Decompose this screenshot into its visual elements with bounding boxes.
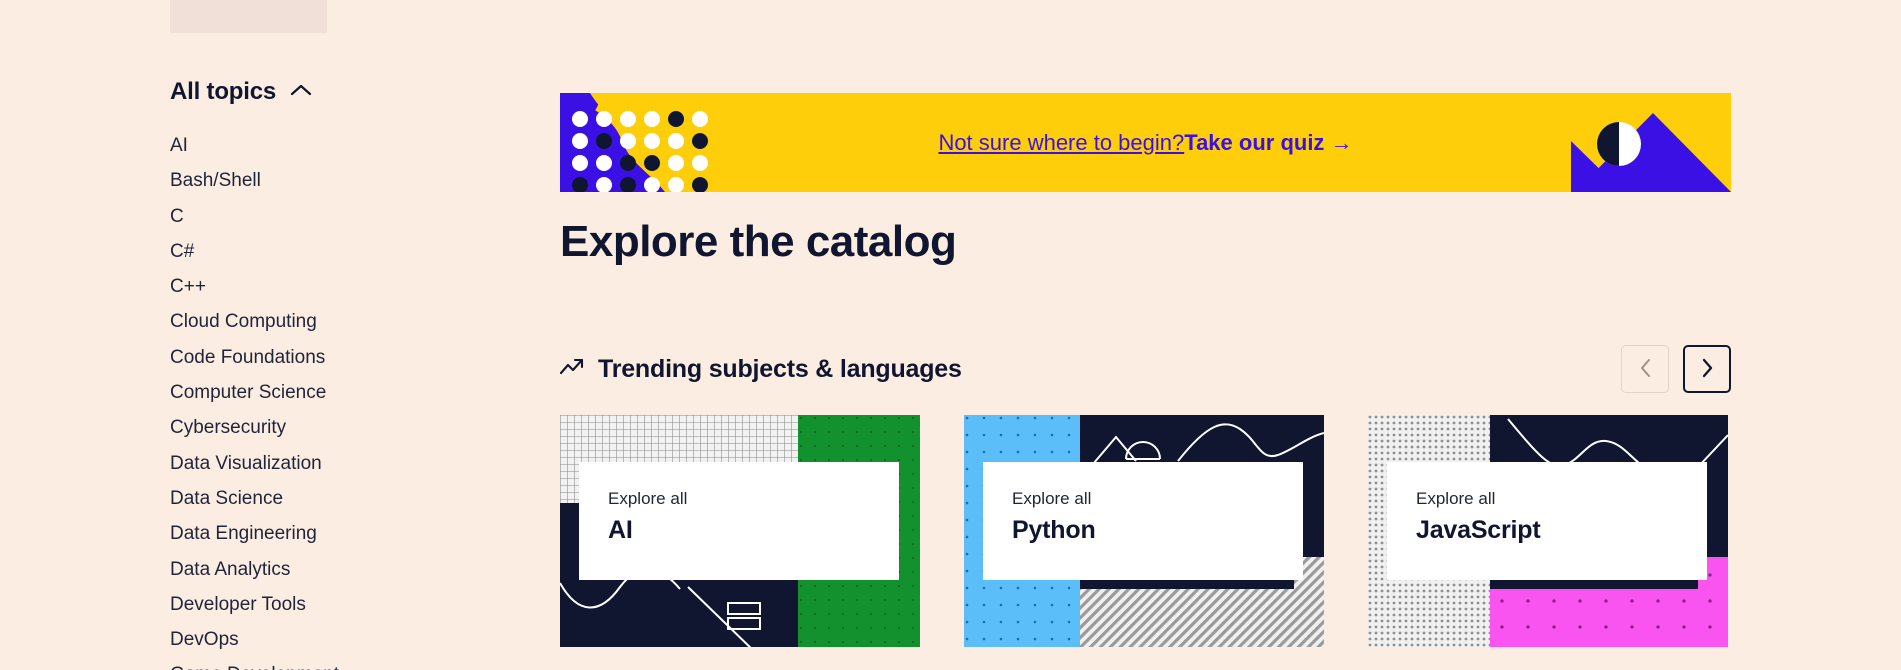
- carousel-prev-button[interactable]: [1621, 345, 1669, 393]
- sidebar-item-cybersecurity[interactable]: Cybersecurity: [170, 410, 510, 445]
- section-heading-label: Trending subjects & languages: [598, 355, 962, 383]
- quiz-banner[interactable]: Not sure where to begin? Take our quiz →: [560, 93, 1731, 192]
- topic-card-ai[interactable]: Explore all AI: [560, 415, 920, 647]
- sidebar-all-topics-label: All topics: [170, 78, 277, 105]
- sidebar-item-developer-tools[interactable]: Developer Tools: [170, 587, 510, 622]
- topic-card-javascript[interactable]: Explore all JavaScript: [1368, 415, 1728, 647]
- quiz-banner-cta[interactable]: Take our quiz →: [1184, 130, 1352, 156]
- sidebar-item-cplusplus[interactable]: C++: [170, 269, 510, 304]
- sidebar-item-code-foundations[interactable]: Code Foundations: [170, 340, 510, 375]
- sidebar-item-game-development[interactable]: Game Development: [170, 657, 510, 670]
- card-eyebrow-python: Explore all: [1012, 489, 1092, 508]
- card-content-javascript: Explore all JavaScript: [1387, 462, 1707, 580]
- sidebar-item-bash-shell[interactable]: Bash/Shell: [170, 163, 510, 198]
- carousel-controls: [1621, 345, 1731, 393]
- page-title: Explore the catalog: [560, 217, 957, 266]
- chevron-right-icon: [1701, 358, 1714, 381]
- sidebar-item-data-engineering[interactable]: Data Engineering: [170, 516, 510, 551]
- trending-up-icon: [559, 357, 586, 382]
- sidebar-item-ai[interactable]: AI: [170, 128, 510, 163]
- chevron-left-icon: [1639, 358, 1652, 381]
- carousel-next-button[interactable]: [1683, 345, 1731, 393]
- sidebar-item-csharp[interactable]: C#: [170, 234, 510, 269]
- topic-card-python[interactable]: Explore all Python: [964, 415, 1324, 647]
- catalog-page: All topics AI Bash/Shell C C# C++ Cloud …: [0, 0, 1901, 670]
- card-title-python: Python: [1012, 516, 1096, 545]
- sidebar-topic-list: AI Bash/Shell C C# C++ Cloud Computing C…: [170, 128, 510, 670]
- sidebar-item-data-analytics[interactable]: Data Analytics: [170, 552, 510, 587]
- card-eyebrow-ai: Explore all: [608, 489, 688, 508]
- sidebar-item-data-visualization[interactable]: Data Visualization: [170, 446, 510, 481]
- quiz-banner-prompt[interactable]: Not sure where to begin?: [938, 130, 1184, 156]
- card-eyebrow-javascript: Explore all: [1416, 489, 1496, 508]
- card-title-javascript: JavaScript: [1416, 516, 1541, 545]
- sidebar-item-devops[interactable]: DevOps: [170, 622, 510, 657]
- section-heading: Trending subjects & languages: [559, 355, 962, 384]
- card-content-python: Explore all Python: [983, 462, 1303, 580]
- sidebar-all-topics-toggle[interactable]: All topics: [170, 78, 312, 106]
- trending-section-header: Trending subjects & languages: [559, 345, 1731, 405]
- chevron-up-icon: [290, 83, 312, 102]
- main-content: Not sure where to begin? Take our quiz →…: [559, 0, 1901, 670]
- sidebar: All topics AI Bash/Shell C C# C++ Cloud …: [0, 0, 545, 670]
- sidebar-item-data-science[interactable]: Data Science: [170, 481, 510, 516]
- sidebar-item-computer-science[interactable]: Computer Science: [170, 375, 510, 410]
- trending-card-carousel: Explore all AI Explore all Python Explor…: [560, 415, 1731, 647]
- quiz-banner-text: Not sure where to begin? Take our quiz →: [560, 93, 1731, 192]
- card-content-ai: Explore all AI: [579, 462, 899, 580]
- sidebar-item-cloud-computing[interactable]: Cloud Computing: [170, 304, 510, 339]
- card-title-ai: AI: [608, 516, 633, 545]
- sidebar-skeleton-placeholder: [170, 0, 327, 33]
- sidebar-item-c[interactable]: C: [170, 199, 510, 234]
